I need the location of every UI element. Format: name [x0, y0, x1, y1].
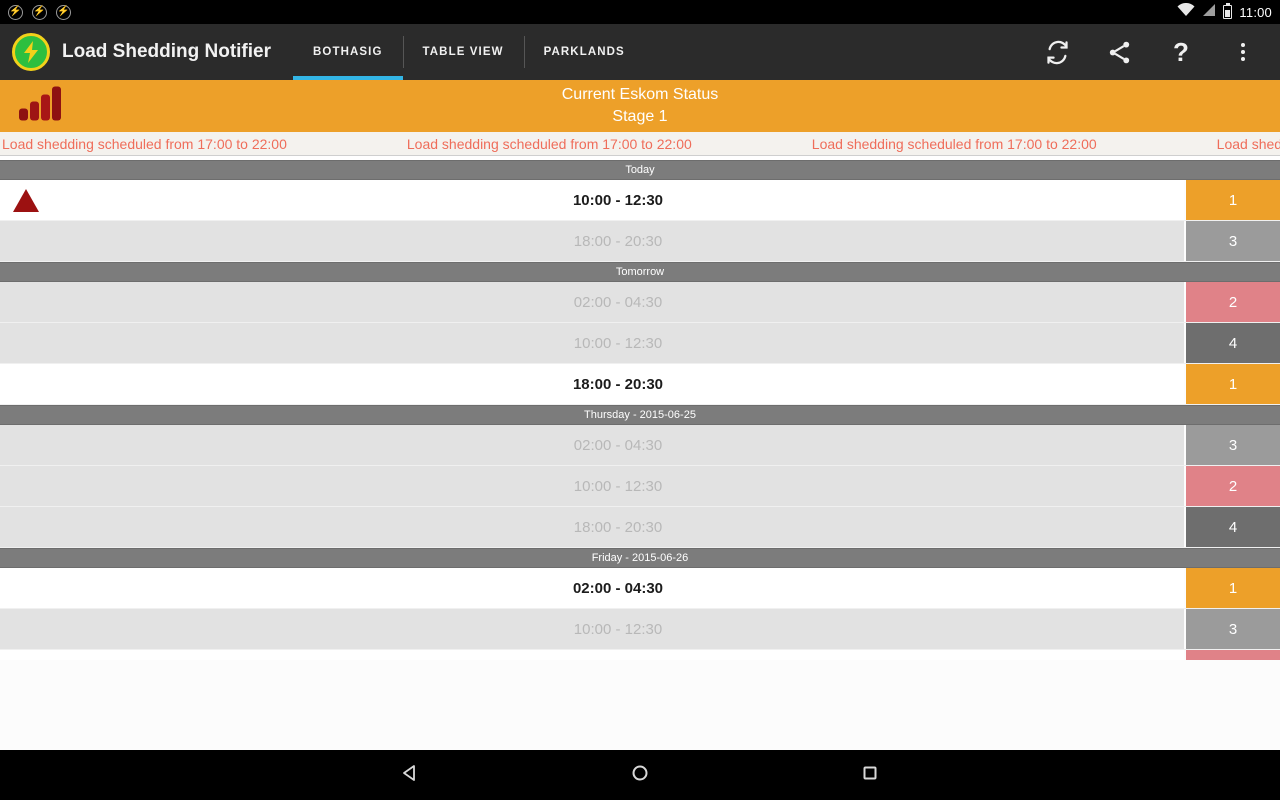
schedule-row-time: 02:00 - 04:30: [573, 436, 663, 454]
schedule-row[interactable]: 10:00 - 12:30 3: [0, 609, 1280, 650]
schedule-row-time: 10:00 - 12:30: [573, 620, 663, 638]
overflow-menu-button[interactable]: [1212, 24, 1274, 80]
app-title: Load Shedding Notifier: [62, 41, 271, 62]
app-notification-icon: ⚡: [56, 4, 71, 20]
tab-label: TABLE VIEW: [422, 46, 504, 58]
schedule-group-header: Thursday - 2015-06-25: [0, 405, 1280, 425]
schedule-row[interactable]: 10:00 - 12:30 1: [0, 180, 1280, 221]
status-bar-notifications: ⚡ ⚡ ⚡: [8, 4, 71, 20]
schedule-row-stage-badge: 1: [1184, 568, 1280, 608]
schedule-row-stage-badge: 3: [1184, 609, 1280, 649]
row-leading-spacer: [0, 568, 52, 608]
schedule-row-stage-badge: 3: [1184, 425, 1280, 465]
question-mark-icon: ?: [1173, 37, 1189, 67]
tab-label: BOTHASIG: [313, 46, 383, 58]
schedule-row[interactable]: 02:00 - 04:30 2: [0, 282, 1280, 323]
eskom-status-text: Current Eskom Status Stage 1: [0, 84, 1280, 127]
cellular-signal-icon: [1202, 3, 1216, 22]
schedule-row-stage-badge: 2: [1184, 282, 1280, 322]
schedule-row-time: 10:00 - 12:30: [573, 477, 663, 495]
schedule-row[interactable]: 18:00 - 20:30 4: [0, 507, 1280, 548]
row-leading-spacer: [0, 507, 52, 547]
home-circle-icon: [630, 763, 650, 788]
eskom-status-banner: Current Eskom Status Stage 1: [0, 80, 1280, 132]
row-leading-spacer: [0, 282, 52, 322]
schedule-row-stage-badge: 1: [1184, 364, 1280, 404]
battery-icon: [1223, 2, 1233, 19]
tab-table-view[interactable]: TABLE VIEW: [402, 24, 524, 80]
row-leading-spacer: [0, 466, 52, 506]
schedule-row-time: 10:00 - 12:30: [573, 334, 663, 352]
schedule-row[interactable]: 10:00 - 12:30 4: [0, 323, 1280, 364]
tab-parklands[interactable]: PARKLANDS: [523, 24, 645, 80]
row-leading-spacer: [0, 650, 52, 660]
schedule-row-time: 10:00 - 12:30: [572, 191, 664, 209]
schedule-row-stage-badge: [1184, 650, 1280, 660]
warning-triangle-icon: [0, 180, 52, 220]
schedule-group-header: Friday - 2015-06-26: [0, 548, 1280, 568]
app-bar: Load Shedding Notifier BOTHASIG TABLE VI…: [0, 24, 1280, 80]
back-triangle-icon: [400, 763, 420, 788]
more-vertical-icon: [1241, 43, 1245, 61]
marquee-message: Load shedding scheduled from 17:00 to 22…: [1216, 135, 1280, 152]
schedule-row-stage-badge: 4: [1184, 507, 1280, 547]
app-notification-icon: ⚡: [32, 4, 47, 20]
refresh-icon: [1044, 39, 1071, 66]
marquee-message: Load shedding scheduled from 17:00 to 22…: [811, 135, 1097, 152]
tab-bothasig[interactable]: BOTHASIG: [293, 24, 403, 80]
schedule-row-time: 02:00 - 04:30: [573, 293, 663, 311]
app-bar-actions: ?: [1026, 24, 1280, 80]
system-status-bar: ⚡ ⚡ ⚡ 11:00: [0, 0, 1280, 24]
tab-bar: BOTHASIG TABLE VIEW PARKLANDS: [293, 24, 645, 80]
clock-time: 11:00: [1239, 4, 1272, 20]
schedule-row[interactable]: 18:00 - 20:30 1: [0, 364, 1280, 405]
tab-label: PARKLANDS: [543, 46, 625, 58]
marquee-message: Load shedding scheduled from 17:00 to 22…: [406, 135, 692, 152]
nav-home-button[interactable]: [620, 755, 660, 795]
schedule-row-time: 02:00 - 04:30: [572, 579, 664, 597]
marquee-message: Load shedding scheduled from 17:00 to 22…: [2, 135, 287, 152]
wifi-icon: [1177, 2, 1195, 22]
marquee-track: Load shedding scheduled from 17:00 to 22…: [0, 136, 1280, 152]
schedule-group-header: Today: [0, 160, 1280, 180]
schedule-group-header: Tomorrow: [0, 262, 1280, 282]
app-brand: Load Shedding Notifier: [0, 24, 271, 80]
share-button[interactable]: [1088, 24, 1150, 80]
share-icon: [1106, 39, 1133, 66]
lightning-bolt-logo: [12, 33, 50, 71]
refresh-button[interactable]: [1026, 24, 1088, 80]
row-leading-spacer: [0, 425, 52, 465]
device-screen: ⚡ ⚡ ⚡ 11:00 Load Shedding Notifier BOTHA…: [0, 0, 1280, 800]
schedule-row[interactable]: [0, 650, 1280, 660]
row-leading-spacer: [0, 364, 52, 404]
schedule-row[interactable]: 10:00 - 12:30 2: [0, 466, 1280, 507]
nav-recents-button[interactable]: [850, 755, 890, 795]
app-notification-icon: ⚡: [8, 4, 23, 20]
row-leading-spacer: [0, 609, 52, 649]
schedule-row[interactable]: 02:00 - 04:30 1: [0, 568, 1280, 609]
schedule-list[interactable]: Today 10:00 - 12:30 1 18:00 - 20:30 3 Tomorro…: [0, 160, 1280, 750]
eskom-status-stage: Stage 1: [612, 108, 668, 125]
nav-back-button[interactable]: [390, 755, 430, 795]
schedule-row-stage-badge: 3: [1184, 221, 1280, 261]
schedule-row-time: [52, 650, 1184, 660]
schedule-row[interactable]: 18:00 - 20:30 3: [0, 221, 1280, 262]
schedule-row-stage-badge: 4: [1184, 323, 1280, 363]
recents-square-icon: [860, 763, 880, 788]
schedule-row-stage-badge: 2: [1184, 466, 1280, 506]
schedule-row-time: 18:00 - 20:30: [572, 375, 664, 393]
schedule-row[interactable]: 02:00 - 04:30 3: [0, 425, 1280, 466]
marquee-ticker: Load shedding scheduled from 17:00 to 22…: [0, 132, 1280, 156]
row-leading-spacer: [0, 221, 52, 261]
signal-bars-icon: [18, 86, 64, 126]
schedule-row-stage-badge: 1: [1184, 180, 1280, 220]
schedule-row-time: 18:00 - 20:30: [573, 232, 663, 250]
status-bar-system-icons: 11:00: [1177, 2, 1272, 22]
android-navigation-bar: [0, 750, 1280, 800]
schedule-row-time: 18:00 - 20:30: [573, 518, 663, 536]
row-leading-spacer: [0, 323, 52, 363]
eskom-status-label: Current Eskom Status: [561, 86, 719, 104]
help-button[interactable]: ?: [1150, 24, 1212, 80]
